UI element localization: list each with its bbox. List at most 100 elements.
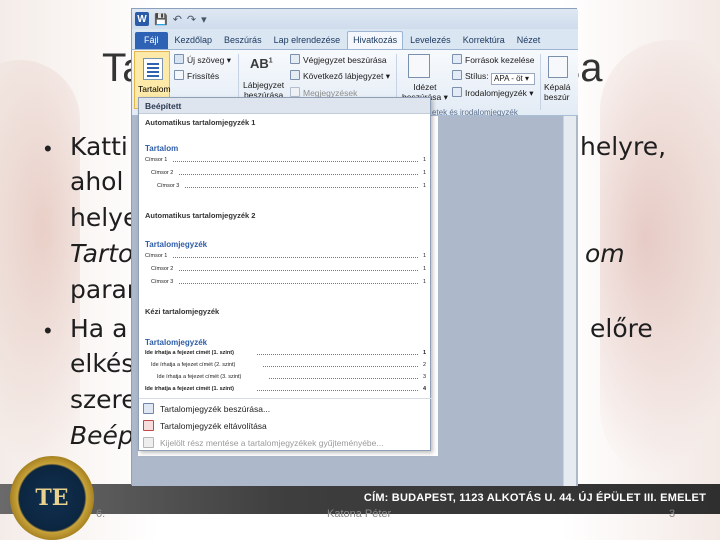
bullet-1-marker: • [44, 136, 52, 161]
logo-text: TE [35, 485, 69, 511]
toc-line-page: 1 [422, 183, 426, 189]
next-footnote-label: Következő lábjegyzet [303, 71, 384, 81]
toc-line-leader [257, 390, 418, 391]
tab-page-layout[interactable]: Lap elrendezése [269, 32, 346, 49]
word-app-icon[interactable]: W [135, 12, 149, 26]
add-text-label: Új szöveg [187, 55, 225, 65]
save-selection-icon [143, 437, 154, 448]
toc-line-text: Ide írhatja a fejezet címét (1. szint) [145, 350, 234, 356]
insert-caption-icon [548, 56, 568, 78]
tab-references[interactable]: Hivatkozás [347, 31, 404, 49]
toc-line: Címsor 1 1 [145, 253, 426, 259]
university-logo: TE [10, 456, 94, 540]
refresh-icon [174, 70, 184, 80]
style-selector[interactable]: Stílus: APA - öt ▾ [452, 70, 535, 85]
auto-toc-1-title: Automatikus tartalomjegyzék 1 [145, 118, 256, 127]
insert-caption-label-1: Képalá [544, 82, 571, 92]
bibliography-label: Irodalomjegyzék [465, 88, 527, 98]
add-text-button[interactable]: Új szöveg ▾ [174, 54, 231, 66]
toc-line: Címsor 1 1 [145, 157, 426, 163]
toc-line-page: 4 [422, 386, 426, 392]
footer-author: Katona Péter [327, 508, 392, 520]
toc-line-text: Ide írhatja a fejezet címét (3. szint) [157, 374, 242, 380]
toc-line-page: 1 [422, 279, 426, 285]
customize-dropdown-icon[interactable]: ▾ [201, 13, 207, 26]
toc-line: Címsor 2 1 [145, 266, 426, 272]
add-text-icon [174, 54, 184, 64]
tab-mailings[interactable]: Levelezés [405, 32, 456, 49]
insert-endnote-label: Végjegyzet beszúrása [303, 55, 387, 65]
toc-line-text: Címsor 1 [145, 157, 168, 163]
auto-toc-2-option[interactable]: Tartalomjegyzék Címsor 1 1 Címsor 2 1 Cí… [145, 240, 426, 296]
auto-toc-2-heading: Tartalomjegyzék [145, 240, 208, 249]
quick-access-toolbar: W 💾 ↶ ↷ ▾ [132, 9, 578, 29]
update-table-button[interactable]: Frissítés [174, 70, 219, 81]
slide-right-fragment-3: előre [590, 314, 653, 343]
manual-toc-option[interactable]: Tartalomjegyzék Ide írhatja a fejezet cí… [145, 338, 426, 396]
footnote-icon: AB1 [250, 56, 273, 71]
manage-sources-label: Források kezelése [465, 55, 535, 65]
insert-citation-icon [408, 54, 430, 78]
redo-icon[interactable]: ↷ [187, 13, 196, 26]
bibliography-button[interactable]: Irodalomjegyzék ▾ [452, 87, 534, 99]
footer-address: CÍM: BUDAPEST, 1123 ALKOTÁS U. 44. ÚJ ÉP… [363, 492, 706, 504]
toc-line-page: 2 [422, 362, 426, 368]
toc-line-text: Címsor 3 [151, 279, 174, 285]
bibliography-icon [452, 87, 462, 97]
tab-insert[interactable]: Beszúrás [219, 32, 267, 49]
toc-dropdown: Beépített Automatikus tartalomjegyzék 1 … [138, 97, 432, 451]
insert-endnote-button[interactable]: Végjegyzet beszúrása [290, 54, 387, 65]
toc-line-text: Címsor 1 [145, 253, 168, 259]
table-of-contents-label: Tartalom [138, 84, 171, 94]
toc-line-page: 1 [422, 157, 426, 163]
toc-line: Ide írhatja a fejezet címét (3. szint) 3 [145, 374, 426, 380]
save-selection-label: Kijelölt rész mentése a tartalomjegyzéke… [160, 437, 384, 448]
dropdown-divider [139, 398, 432, 399]
toc-line-leader [263, 366, 418, 367]
remove-toc-command[interactable]: Tartalomjegyzék eltávolítása [143, 420, 267, 431]
toc-line-leader [179, 283, 418, 284]
insert-caption-button[interactable]: Képalá beszúr [544, 82, 570, 102]
auto-toc-1-option[interactable]: Tartalom Címsor 1 1 Címsor 2 1 Címsor 3 … [145, 144, 426, 200]
toc-line-text: Ide írhatja a fejezet címét (1. szint) [145, 386, 234, 392]
insert-toc-command[interactable]: Tartalomjegyzék beszúrása... [143, 403, 270, 414]
toc-line: Ide írhatja a fejezet címét (1. szint) 1 [145, 350, 426, 356]
footer-page-number: 3 [669, 508, 676, 520]
undo-icon[interactable]: ↶ [173, 13, 182, 26]
toc-line-leader [173, 257, 418, 258]
tab-file[interactable]: Fájl [135, 32, 168, 49]
manage-sources-button[interactable]: Források kezelése [452, 54, 534, 65]
toc-line-page: 1 [422, 350, 426, 356]
slide-line-9: Beép [70, 421, 134, 450]
toc-line-text: Címsor 2 [151, 170, 174, 176]
insert-footnote-label-1: Lábjegyzet [243, 80, 285, 90]
tab-home[interactable]: Kezdőlap [170, 32, 218, 49]
toc-line: Ide írhatja a fejezet címét (1. szint) 4 [145, 386, 426, 392]
auto-toc-2-title: Automatikus tartalomjegyzék 2 [145, 211, 256, 220]
manual-toc-title: Kézi tartalomjegyzék [145, 307, 220, 316]
toc-line-leader [173, 161, 418, 162]
footer-date: 6. [96, 508, 106, 520]
style-dropdown[interactable]: APA - öt ▾ [491, 73, 535, 85]
remove-toc-label: Tartalomjegyzék eltávolítása [160, 420, 267, 431]
save-icon[interactable]: 💾 [154, 13, 168, 26]
dropdown-header-builtin: Beépített [139, 98, 430, 114]
toc-line: Ide írhatja a fejezet címét (2. szint) 2 [145, 362, 426, 368]
slide-line-8: szere [70, 385, 137, 414]
ribbon-separator [540, 54, 541, 110]
anatomy-background-left [0, 60, 80, 480]
toc-line-text: Címsor 3 [157, 183, 180, 189]
vertical-scrollbar[interactable] [563, 116, 576, 486]
ribbon-tabs: Fájl Kezdőlap Beszúrás Lap elrendezése H… [132, 29, 578, 49]
show-notes-icon [290, 87, 300, 97]
toc-line-text: Címsor 2 [151, 266, 174, 272]
tab-review[interactable]: Korrektúra [458, 32, 510, 49]
auto-toc-1-heading: Tartalom [145, 144, 179, 153]
save-selection-to-gallery-command[interactable]: Kijelölt rész mentése a tartalomjegyzéke… [143, 437, 383, 448]
toc-line-leader [257, 354, 418, 355]
slide-line-2: ahol [70, 167, 124, 196]
insert-caption-label-2: beszúr [544, 92, 570, 102]
tab-view[interactable]: Nézet [512, 32, 546, 49]
next-footnote-button[interactable]: Következő lábjegyzet ▾ [290, 70, 390, 82]
toc-line-page: 1 [422, 266, 426, 272]
